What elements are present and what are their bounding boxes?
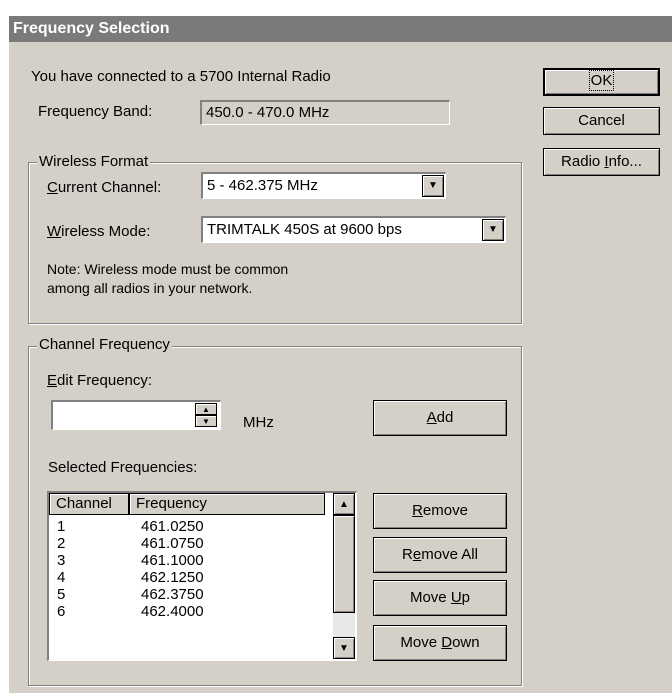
wireless-mode-select[interactable]: TRIMTALK 450S at 9600 bps ▼ — [201, 216, 506, 243]
wireless-format-legend: Wireless Format — [37, 153, 151, 170]
add-button[interactable]: Add — [373, 400, 507, 436]
current-channel-label: Current Channel: — [47, 179, 162, 196]
channel-cell: 5 — [57, 586, 66, 603]
current-channel-value: 5 - 462.375 MHz — [207, 177, 318, 194]
mhz-unit-label: MHz — [243, 414, 274, 431]
ok-button-label: OK — [588, 70, 615, 91]
table-row[interactable]: 5 462.3750 — [53, 587, 329, 603]
table-row[interactable]: 2 461.0750 — [53, 536, 329, 552]
chevron-down-icon[interactable]: ▼ — [422, 175, 444, 197]
frequency-band-field: 450.0 - 470.0 MHz — [200, 100, 450, 125]
frequency-selection-dialog: Frequency Selection You have connected t… — [8, 15, 672, 693]
frequency-cell: 461.0750 — [141, 535, 204, 552]
scroll-down-icon[interactable]: ▼ — [333, 637, 355, 659]
frequency-cell: 461.1000 — [141, 552, 204, 569]
remove-all-button[interactable]: Remove All — [373, 537, 507, 573]
list-scrollbar[interactable]: ▲ ▼ — [333, 493, 355, 659]
radio-info-button[interactable]: Radio Info... — [543, 148, 660, 176]
wireless-mode-label: Wireless Mode: — [47, 223, 151, 240]
selected-frequencies-list[interactable]: Channel Frequency 1 461.0250 2 461.0750 3 461… — [47, 491, 357, 661]
title-bar: Frequency Selection — [9, 16, 672, 42]
channel-frequency-legend: Channel Frequency — [37, 336, 172, 353]
connected-radio-text: You have connected to a 5700 Internal Ra… — [31, 68, 331, 85]
channel-cell: 3 — [57, 552, 66, 569]
spin-down-icon[interactable]: ▼ — [195, 415, 217, 427]
remove-button[interactable]: Remove — [373, 493, 507, 529]
table-row[interactable]: 1 461.0250 — [53, 519, 329, 535]
radio-info-label-a: Radio — [561, 153, 605, 170]
chevron-down-icon[interactable]: ▼ — [482, 219, 504, 241]
channel-cell: 1 — [57, 518, 66, 535]
column-header-frequency[interactable]: Frequency — [129, 493, 325, 515]
channel-cell: 6 — [57, 603, 66, 620]
selected-frequencies-label: Selected Frequencies: — [48, 459, 198, 476]
move-down-button[interactable]: Move Down — [373, 625, 507, 661]
frequency-cell: 462.4000 — [141, 603, 204, 620]
move-up-button[interactable]: Move Up — [373, 580, 507, 616]
table-row[interactable]: 3 461.1000 — [53, 553, 329, 569]
radio-info-label-c: nfo... — [608, 153, 642, 170]
scroll-up-icon[interactable]: ▲ — [333, 493, 355, 515]
current-channel-select[interactable]: 5 - 462.375 MHz ▼ — [201, 172, 446, 199]
cancel-button[interactable]: Cancel — [543, 107, 660, 135]
note-line-2: among all radios in your network. — [47, 280, 253, 296]
frequency-cell: 462.3750 — [141, 586, 204, 603]
wireless-mode-value: TRIMTALK 450S at 9600 bps — [207, 221, 402, 238]
scroll-thumb[interactable] — [333, 515, 355, 613]
table-row[interactable]: 6 462.4000 — [53, 604, 329, 620]
ok-button[interactable]: OK — [543, 68, 660, 96]
table-row[interactable]: 4 462.1250 — [53, 570, 329, 586]
spin-up-icon[interactable]: ▲ — [195, 403, 217, 415]
channel-cell: 4 — [57, 569, 66, 586]
note-line-1: Note: Wireless mode must be common — [47, 261, 289, 277]
edit-frequency-label: Edit Frequency: — [47, 372, 153, 389]
frequency-band-label: Frequency Band: — [38, 103, 153, 120]
frequency-cell: 462.1250 — [141, 569, 204, 586]
channel-cell: 2 — [57, 535, 66, 552]
column-header-channel[interactable]: Channel — [49, 493, 129, 515]
frequency-cell: 461.0250 — [141, 518, 204, 535]
